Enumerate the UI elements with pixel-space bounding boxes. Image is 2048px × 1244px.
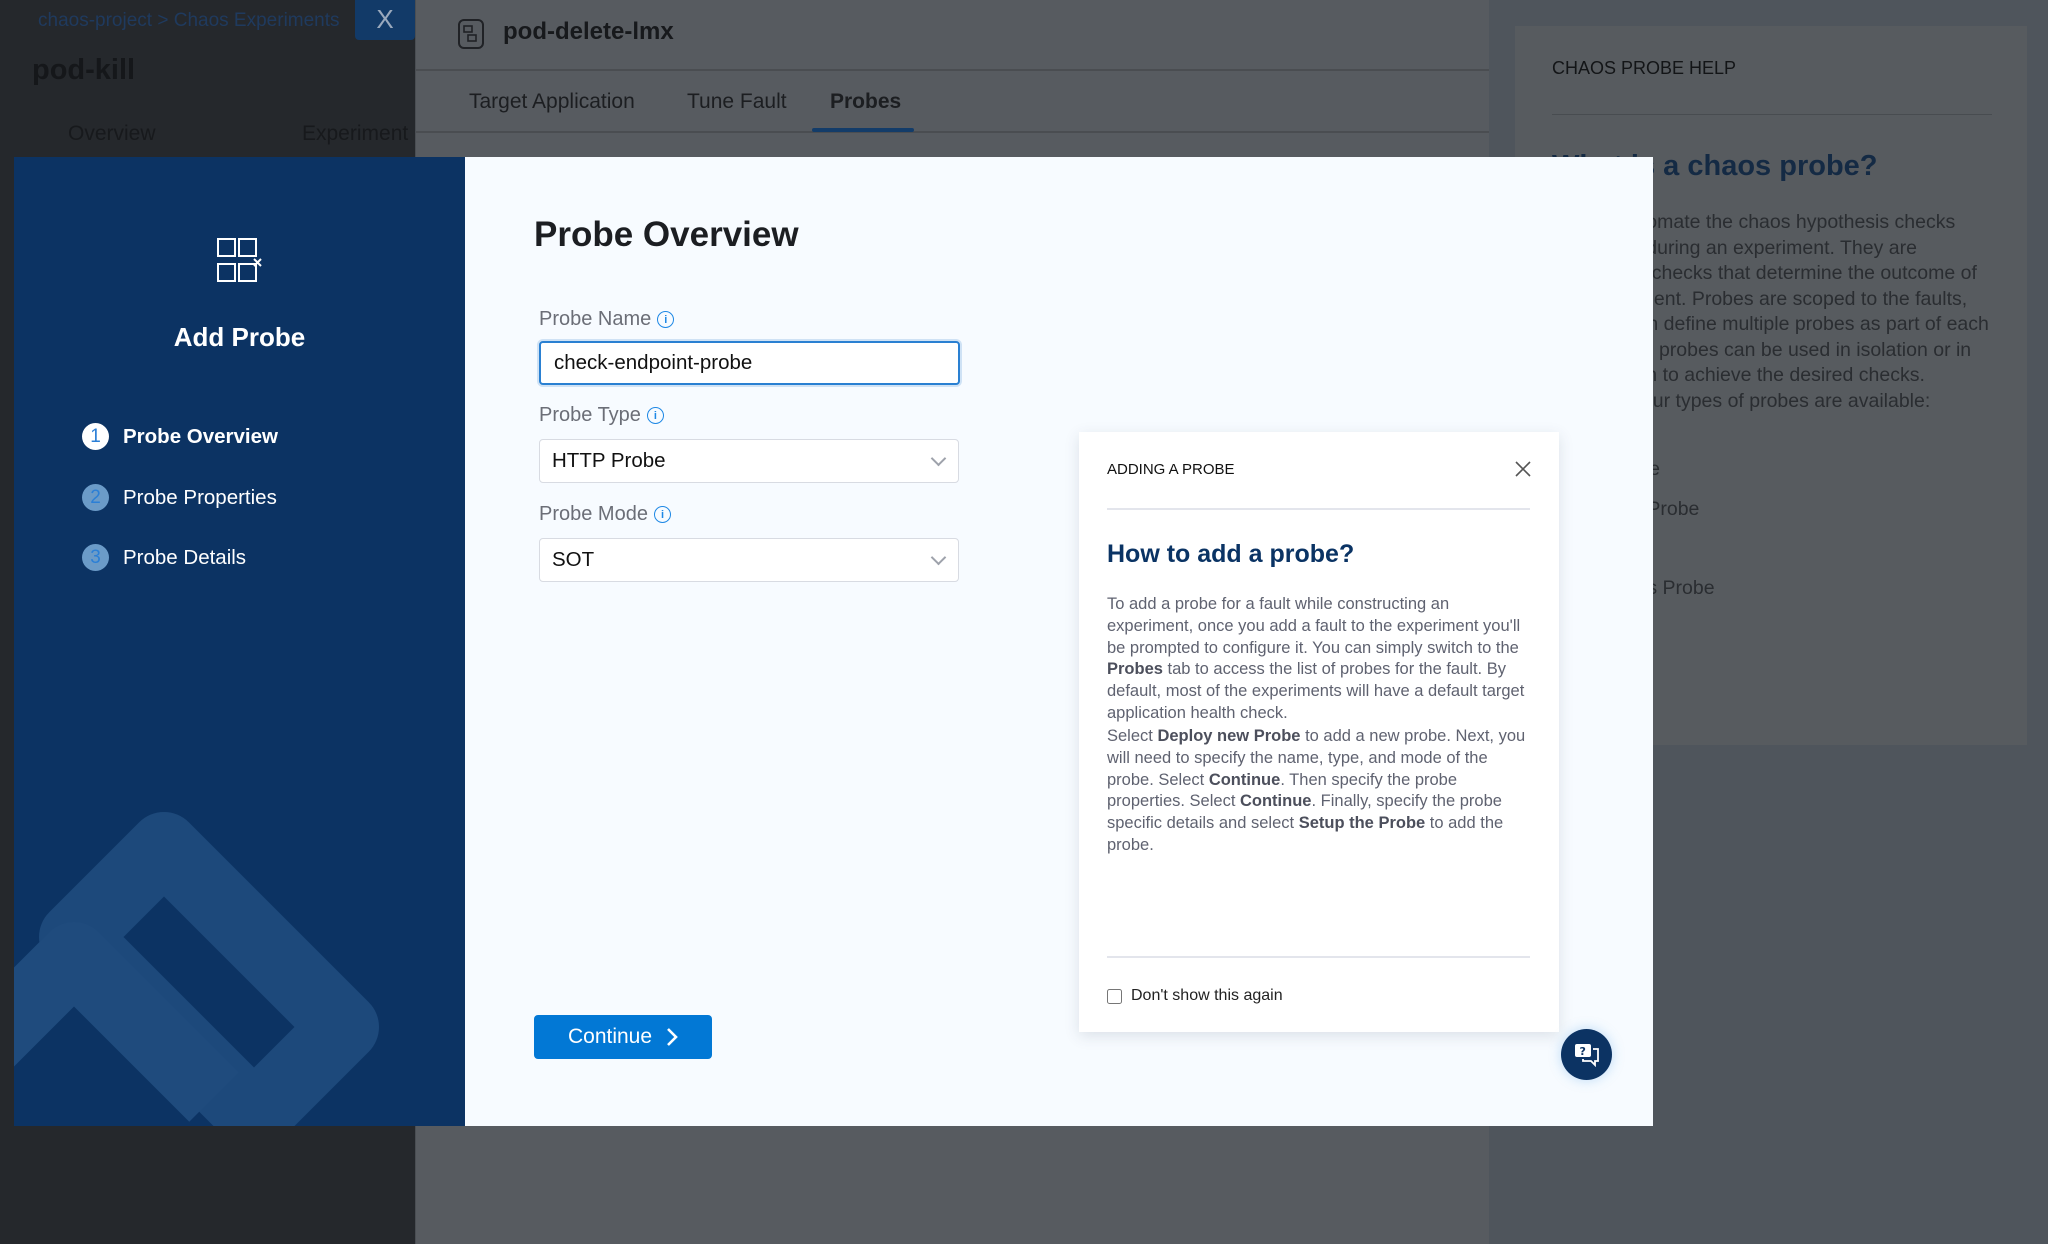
probe-mode-label: Probe Mode i [539,503,671,526]
experiment-title: pod-kill [32,54,136,86]
brand-watermark [14,812,379,1126]
probe-mode-select[interactable]: SOT [539,538,959,582]
step-number: 2 [82,484,109,511]
probe-icon [217,238,262,282]
info-icon[interactable]: i [657,311,675,328]
probe-type-label: Probe Type i [539,404,664,427]
help-panel-title: CHAOS PROBE HELP [1552,58,1737,78]
wizard-sidebar: Add Probe 1 Probe Overview 2 Probe Prope… [14,157,465,1126]
checkbox-label: Don't show this again [1131,987,1283,1004]
card-heading: How to add a probe? [1107,540,1355,568]
chevron-down-icon [930,450,947,467]
nav-experiment[interactable]: Experiment [302,122,408,146]
svg-text:?: ? [1579,1045,1585,1058]
card-title: ADDING A PROBE [1107,461,1235,478]
step-probe-overview[interactable]: 1 Probe Overview [82,423,278,450]
card-paragraph: To add a probe for a fault while constru… [1107,595,1525,722]
add-probe-modal: Add Probe 1 Probe Overview 2 Probe Prope… [14,157,1653,1126]
divider [1107,508,1530,510]
probe-name-label: Probe Name i [539,308,675,331]
checkbox[interactable] [1107,988,1122,1004]
step-number: 3 [82,544,109,571]
info-icon[interactable]: i [646,407,664,424]
label-text: Probe Mode [539,503,648,525]
fault-icon [458,19,484,49]
step-probe-details[interactable]: 3 Probe Details [82,544,246,571]
divider [416,69,1490,71]
active-tab-indicator [812,128,914,132]
button-label: Continue [567,1025,653,1048]
step-number: 1 [82,423,109,450]
close-drawer-button[interactable]: X [355,0,415,40]
adding-probe-help-card: ADDING A PROBE How to add a probe? To ad… [1079,432,1559,1032]
probe-name-input[interactable] [539,341,960,385]
nav-overview[interactable]: Overview [68,122,156,146]
modal-title: Add Probe [173,322,306,352]
card-paragraph: Select Deploy new Probe to add a new pro… [1107,727,1526,854]
divider [416,131,1490,133]
select-value: SOT [552,548,595,571]
info-icon[interactable]: i [653,506,671,523]
label-text: Probe Name [539,308,652,330]
step-label: Probe Properties [123,485,277,509]
select-value: HTTP Probe [552,449,666,472]
divider [1107,956,1530,958]
divider [1552,114,1992,115]
probe-type-select[interactable]: HTTP Probe [539,439,959,483]
tab-target-application[interactable]: Target Application [469,90,635,114]
chevron-down-icon [930,549,947,566]
page-title: Probe Overview [534,215,799,254]
label-text: Probe Type [539,404,641,426]
tab-probes[interactable]: Probes [830,90,901,114]
tab-tune-fault[interactable]: Tune Fault [687,90,787,114]
step-label: Probe Overview [123,424,278,448]
help-chat-button[interactable]: ? [1561,1029,1612,1080]
breadcrumb-experiments[interactable]: Chaos Experiments [174,10,340,31]
fault-title: pod-delete-lmx [503,18,674,45]
close-icon[interactable] [1514,460,1532,478]
chevron-right-icon [667,1028,678,1046]
step-probe-properties[interactable]: 2 Probe Properties [82,484,277,511]
breadcrumb: chaos-project > Chaos Experiments [38,10,340,32]
breadcrumb-separator: > [157,10,169,31]
chat-help-icon: ? [1574,1043,1599,1067]
dont-show-again-checkbox[interactable]: Don't show this again [1107,987,1283,1005]
continue-button[interactable]: Continue [534,1015,712,1059]
step-label: Probe Details [123,545,247,569]
breadcrumb-project[interactable]: chaos-project [38,10,152,31]
